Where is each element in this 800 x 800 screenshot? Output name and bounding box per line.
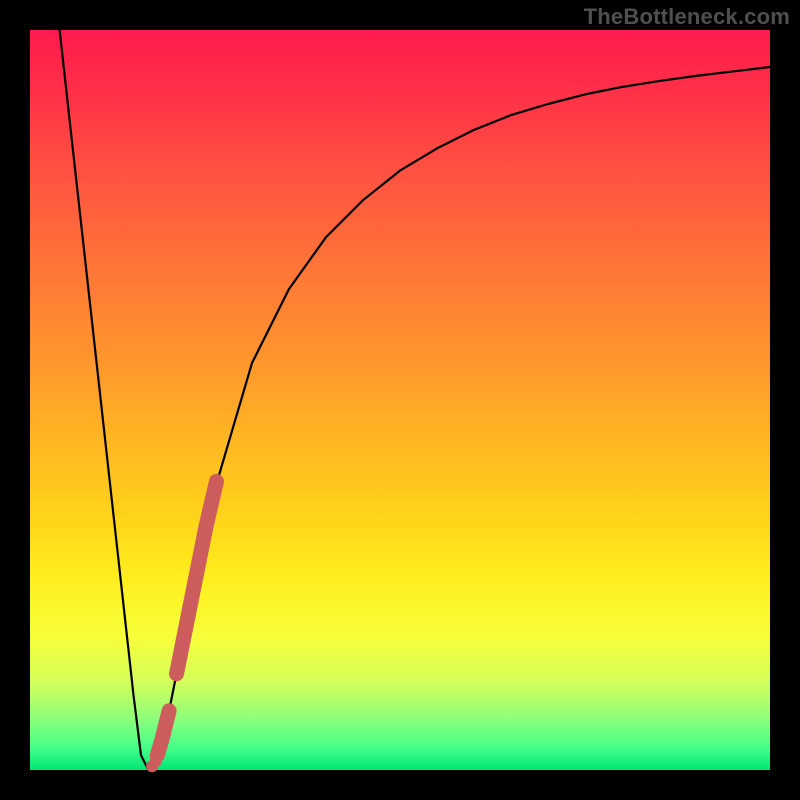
watermark-text: TheBottleneck.com [584, 4, 790, 30]
plot-area [30, 30, 770, 770]
bottleneck-curve [60, 30, 770, 770]
dot-segment [177, 481, 217, 673]
dots-cluster [146, 481, 216, 772]
chart-frame: TheBottleneck.com [0, 0, 800, 800]
dot [150, 755, 162, 767]
curve-path [60, 30, 770, 770]
curve-layer [30, 30, 770, 770]
dot-segment [157, 711, 169, 755]
